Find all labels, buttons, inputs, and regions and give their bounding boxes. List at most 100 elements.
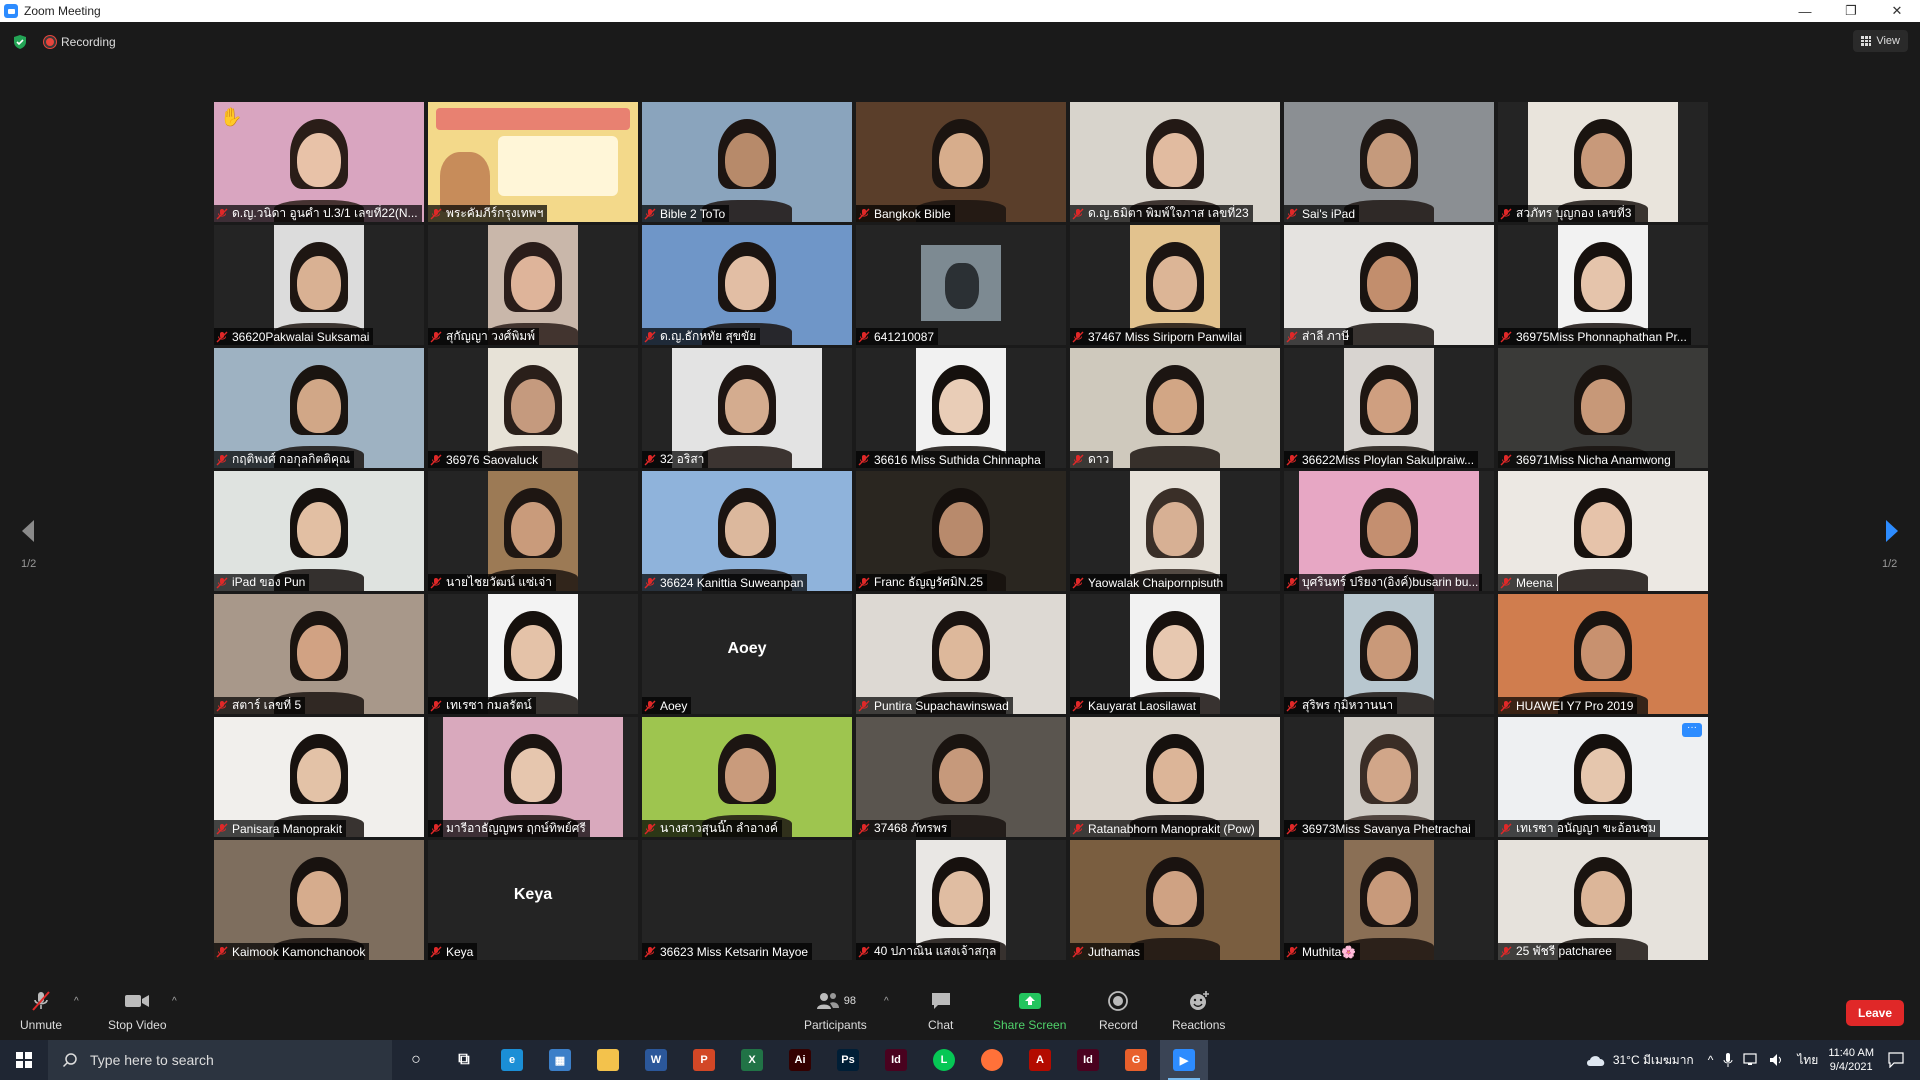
show-hidden-icons-icon[interactable]: ^ xyxy=(1708,1053,1714,1067)
start-button[interactable] xyxy=(0,1040,48,1080)
participant-tile[interactable]: 36975Miss Phonnaphathan Pr... xyxy=(1498,225,1708,345)
participant-tile[interactable]: Bible 2 ToTo xyxy=(642,102,852,222)
participant-tile[interactable]: 37467 Miss Siriporn Panwilai xyxy=(1070,225,1280,345)
firefox-taskbar-button[interactable] xyxy=(968,1040,1016,1080)
participant-tile[interactable]: ✋ ด.ญ.วนิดา อูนคำ ป.3/1 เลขที่22(N... xyxy=(214,102,424,222)
participant-tile[interactable]: Juthamas xyxy=(1070,840,1280,960)
powerpoint-taskbar-button[interactable]: P xyxy=(680,1040,728,1080)
participant-tile[interactable]: 36624 Kanittia Suweanpan xyxy=(642,471,852,591)
restore-button[interactable]: ❐ xyxy=(1828,0,1874,22)
file-explorer-taskbar-button[interactable] xyxy=(584,1040,632,1080)
participant-tile[interactable]: เทเรซา กมลรัตน์ xyxy=(428,594,638,714)
participant-tile[interactable]: ··· เทเรซา อนัญญา ขะอ้อนชม xyxy=(1498,717,1708,837)
weather-text[interactable]: 31°C มีเมฆมาก xyxy=(1613,1051,1694,1070)
participant-tile[interactable]: 40 ปภาณิน แสงเจ้าสกุล xyxy=(856,840,1066,960)
next-page-icon[interactable] xyxy=(1884,518,1900,544)
reactions-button[interactable]: Reactions xyxy=(1172,990,1225,1032)
participant-tile[interactable]: ดาว xyxy=(1070,348,1280,468)
recording-indicator[interactable]: Recording xyxy=(44,35,116,49)
participant-tile[interactable]: ด.ญ.ธักหทัย สุขขัย xyxy=(642,225,852,345)
edge-taskbar-button[interactable]: e xyxy=(488,1040,536,1080)
participants-button[interactable]: 98 Participants xyxy=(804,990,867,1032)
chat-button[interactable]: Chat xyxy=(928,990,953,1032)
excel-taskbar-button[interactable]: X xyxy=(728,1040,776,1080)
participant-tile[interactable]: สุกัญญา วงศ์พิมพ์ xyxy=(428,225,638,345)
participant-tile[interactable]: 36616 Miss Suthida Chinnapha xyxy=(856,348,1066,468)
participant-tile[interactable]: Bangkok Bible xyxy=(856,102,1066,222)
participant-tile[interactable]: Ratanabhorn Manoprakit (Pow) xyxy=(1070,717,1280,837)
participant-tile[interactable]: 37468 ภัทรพร xyxy=(856,717,1066,837)
illustrator-taskbar-button[interactable]: Ai xyxy=(776,1040,824,1080)
cortana-taskbar-button[interactable]: ○ xyxy=(392,1040,440,1080)
word-taskbar-button[interactable]: W xyxy=(632,1040,680,1080)
participant-tile[interactable]: 36623 Miss Ketsarin Mayoe xyxy=(642,840,852,960)
participant-tile[interactable]: สวภัทร บุญกอง เลขที่3 xyxy=(1498,102,1708,222)
participant-tile[interactable]: ด.ญ.ธมิตา พิมพ์ใจภาส เลขที่23 xyxy=(1070,102,1280,222)
participant-tile[interactable]: Kauyarat Laosilawat xyxy=(1070,594,1280,714)
participant-tile[interactable]: นางสาวสุนนิ๊ก ลำอางค์ xyxy=(642,717,852,837)
zoom-taskbar-button[interactable]: ▶ xyxy=(1160,1040,1208,1080)
participant-name: สตาร์ เลขที่ 5 xyxy=(232,698,302,712)
participant-tile[interactable]: 36971Miss Nicha Anamwong xyxy=(1498,348,1708,468)
taskbar-search-box[interactable]: Type here to search xyxy=(48,1040,392,1080)
participant-tile[interactable]: 641210087 xyxy=(856,225,1066,345)
participant-tile[interactable]: 32 อริสา xyxy=(642,348,852,468)
encryption-shield-icon[interactable] xyxy=(12,34,28,50)
task-view-taskbar-button[interactable]: ⧉ xyxy=(440,1040,488,1080)
participant-tile[interactable]: HUAWEI Y7 Pro 2019 xyxy=(1498,594,1708,714)
participant-tile[interactable]: Meena xyxy=(1498,471,1708,591)
participant-tile[interactable]: Franc ธัญญรัศมิN.25 xyxy=(856,471,1066,591)
unmute-button[interactable]: Unmute xyxy=(20,990,62,1032)
participant-tile[interactable]: Sai's iPad xyxy=(1284,102,1494,222)
participant-tile[interactable]: 25 พัชรี patcharee xyxy=(1498,840,1708,960)
volume-icon[interactable] xyxy=(1769,1053,1785,1067)
participant-tile[interactable]: Panisara Manoprakit xyxy=(214,717,424,837)
calculator-taskbar-button[interactable]: ▦ xyxy=(536,1040,584,1080)
participant-tile[interactable]: สุริพร กุมิหวานนา xyxy=(1284,594,1494,714)
participant-tile[interactable]: พระคัมภีร์กรุงเทพฯ xyxy=(428,102,638,222)
participant-tile[interactable]: 36622Miss Ploylan Sakulpraiw... xyxy=(1284,348,1494,468)
participants-caret-icon[interactable]: ^ xyxy=(884,996,889,1007)
input-language[interactable]: ไทย xyxy=(1797,1051,1818,1070)
stop-video-button[interactable]: Stop Video xyxy=(108,990,167,1032)
share-screen-button[interactable]: Share Screen xyxy=(993,990,1066,1032)
participant-tile[interactable]: Muthita🌸 xyxy=(1284,840,1494,960)
indesign-alt-taskbar-button[interactable]: Id xyxy=(1064,1040,1112,1080)
grammarly-taskbar-button[interactable]: G xyxy=(1112,1040,1160,1080)
participant-tile[interactable]: ส่าลี ภาษี xyxy=(1284,225,1494,345)
leave-button[interactable]: Leave xyxy=(1846,1000,1904,1026)
photoshop-taskbar-button[interactable]: Ps xyxy=(824,1040,872,1080)
participant-tile[interactable]: Puntira Supachawinswad xyxy=(856,594,1066,714)
tile-more-options-icon[interactable]: ··· xyxy=(1682,723,1702,737)
participant-tile[interactable]: 36973Miss Savanya Phetrachai xyxy=(1284,717,1494,837)
acrobat-taskbar-button[interactable]: A xyxy=(1016,1040,1064,1080)
participant-tile[interactable]: Yaowalak Chaipornpisuth xyxy=(1070,471,1280,591)
participant-tile[interactable]: Keya Keya xyxy=(428,840,638,960)
participant-tile[interactable]: บุศรินทร์ ปริยงา(อิงค์)busarin bu... xyxy=(1284,471,1494,591)
notifications-icon[interactable] xyxy=(1888,1052,1904,1068)
taskbar-clock[interactable]: 11:40 AM 9/4/2021 xyxy=(1828,1046,1874,1074)
participant-tile[interactable]: กฤติพงศ์ กอกุลกิตติคุณ xyxy=(214,348,424,468)
previous-page-icon[interactable] xyxy=(20,518,36,544)
minimize-button[interactable]: — xyxy=(1782,0,1828,22)
record-button[interactable]: Record xyxy=(1099,990,1138,1032)
line-taskbar-button[interactable]: L xyxy=(920,1040,968,1080)
indesign-taskbar-button[interactable]: Id xyxy=(872,1040,920,1080)
microphone-tray-icon[interactable] xyxy=(1723,1052,1733,1068)
participant-tile[interactable]: 36976 Saovaluck xyxy=(428,348,638,468)
network-icon[interactable] xyxy=(1743,1053,1761,1067)
participant-tile[interactable]: Aoey Aoey xyxy=(642,594,852,714)
audio-options-caret-icon[interactable]: ^ xyxy=(74,996,79,1007)
participant-tile[interactable]: 36620Pakwalai Suksamai xyxy=(214,225,424,345)
participant-tile[interactable]: นายไชยวัฒน์ แซ่เจ่า xyxy=(428,471,638,591)
participant-tile[interactable]: มารีอาธัญญพร ฤกษ์ทิพย์ศรี xyxy=(428,717,638,837)
close-button[interactable]: ✕ xyxy=(1874,0,1920,22)
participant-tile[interactable]: iPad ของ Pun xyxy=(214,471,424,591)
powerpoint-icon: P xyxy=(693,1049,715,1071)
weather-cloud-icon[interactable] xyxy=(1585,1053,1607,1067)
muted-mic-icon xyxy=(858,700,870,711)
participant-tile[interactable]: สตาร์ เลขที่ 5 xyxy=(214,594,424,714)
view-button[interactable]: View xyxy=(1853,30,1908,52)
participant-tile[interactable]: Kaimook Kamonchanook xyxy=(214,840,424,960)
video-options-caret-icon[interactable]: ^ xyxy=(172,996,177,1007)
